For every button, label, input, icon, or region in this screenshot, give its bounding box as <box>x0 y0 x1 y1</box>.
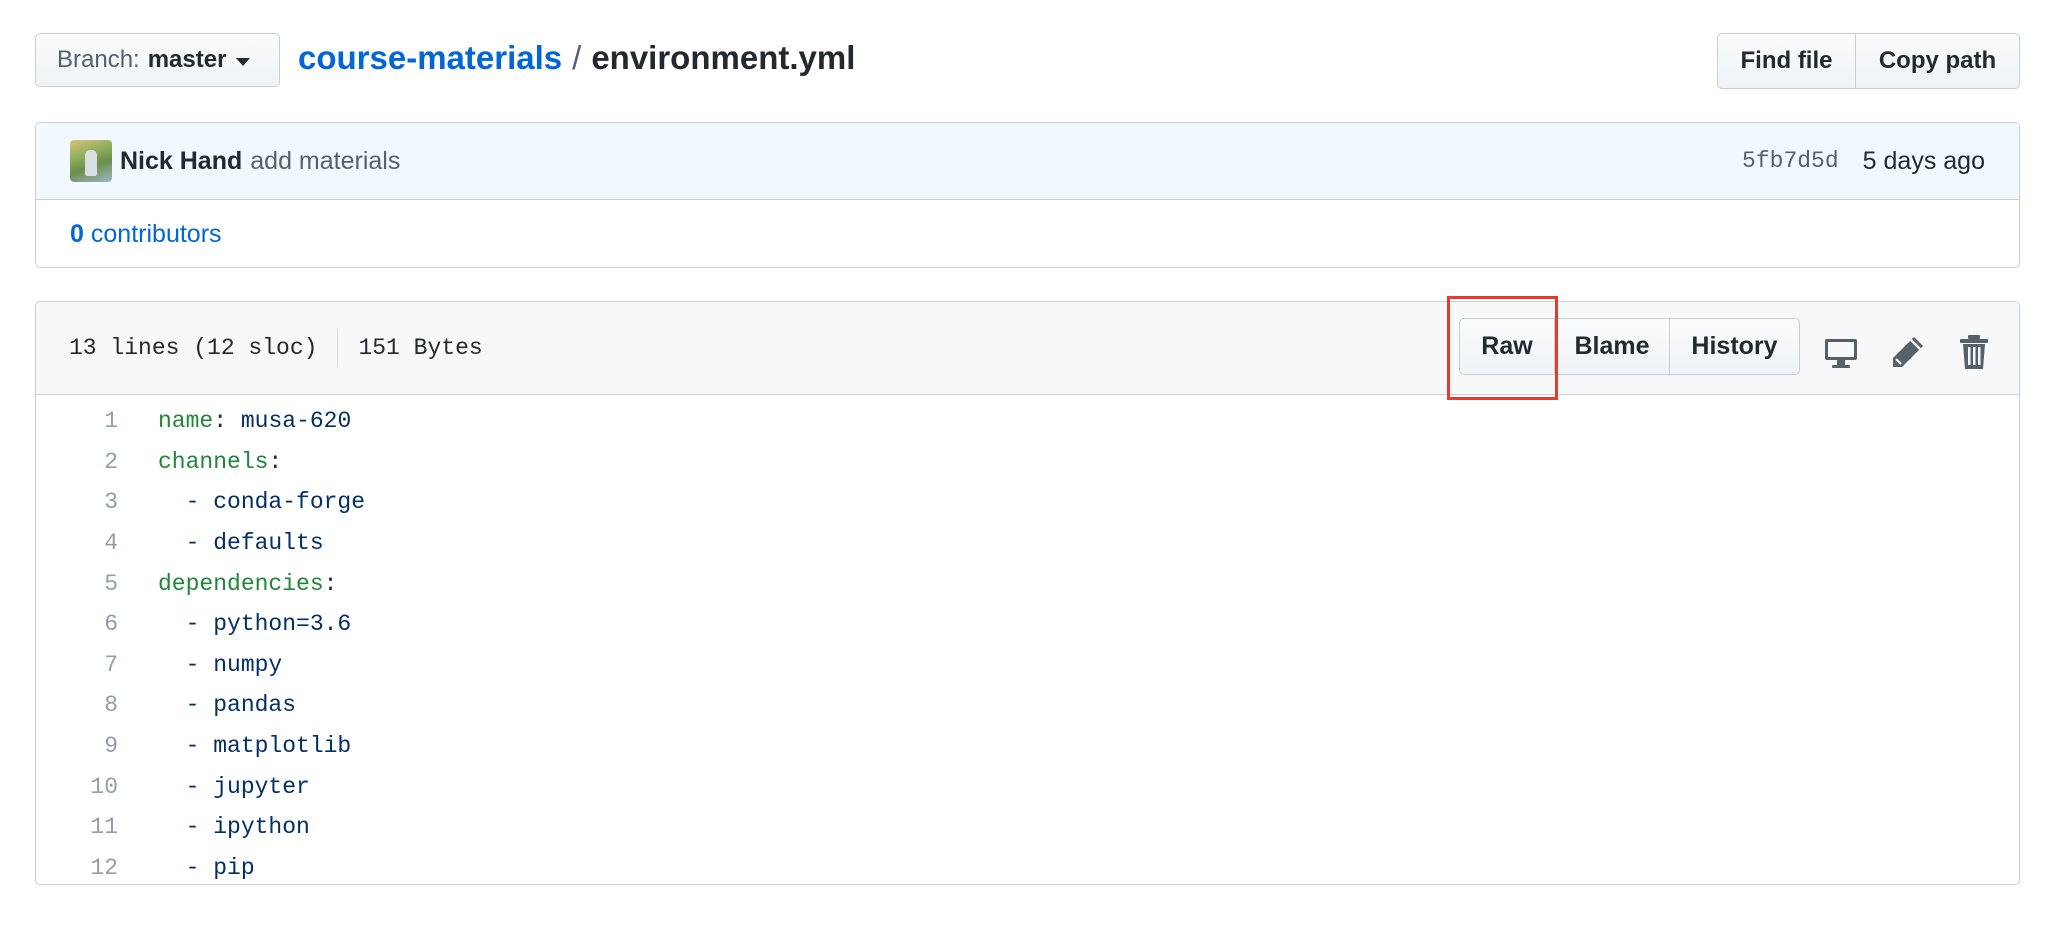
line-number[interactable]: 3 <box>36 489 158 515</box>
breadcrumb: course-materials / environment.yml <box>298 39 855 77</box>
code-line: 10 - jupyter <box>36 766 2019 807</box>
yaml-key: dependencies <box>158 570 324 597</box>
line-content: channels: <box>158 449 282 475</box>
line-number[interactable]: 5 <box>36 571 158 597</box>
line-content: dependencies: <box>158 571 337 597</box>
line-content: - jupyter <box>158 774 310 800</box>
line-number[interactable]: 4 <box>36 530 158 556</box>
yaml-colon: : <box>268 448 283 475</box>
line-number[interactable]: 10 <box>36 774 158 800</box>
code-blob: 1 name: musa-620 2 channels: 3 - conda-forge… <box>36 395 2019 884</box>
file-info-divider <box>337 329 339 367</box>
commit-sha-link[interactable]: 5fb7d5d <box>1742 148 1839 174</box>
line-content: - ipython <box>158 814 310 840</box>
file-size: 151 Bytes <box>358 335 483 361</box>
desktop-icon[interactable] <box>1821 332 1861 372</box>
code-line: 7 - numpy <box>36 645 2019 686</box>
yaml-value: - pandas <box>158 692 297 719</box>
line-number[interactable]: 12 <box>36 855 158 881</box>
raw-button[interactable]: Raw <box>1459 318 1555 375</box>
line-content: - matplotlib <box>158 733 352 760</box>
yaml-value: - ipython <box>158 814 310 841</box>
contributors-label: contributors <box>90 219 222 248</box>
yaml-key: channels <box>158 448 269 475</box>
yaml-colon: : <box>323 570 338 597</box>
yaml-colon: : <box>213 408 228 435</box>
line-number[interactable]: 7 <box>36 652 158 678</box>
line-content: - python=3.6 <box>158 611 352 638</box>
code-line: 2 channels: <box>36 442 2019 483</box>
code-line: 9 - matplotlib <box>36 726 2019 767</box>
yaml-value: - python=3.6 <box>158 611 352 638</box>
branch-select-button[interactable]: Branch: master <box>35 33 280 87</box>
contributors-count: 0 <box>70 219 84 248</box>
branch-label: Branch: <box>57 46 140 73</box>
yaml-value: - pip <box>158 854 255 881</box>
yaml-value: - defaults <box>158 530 324 557</box>
code-line: 11 - ipython <box>36 807 2019 848</box>
line-content: name: musa-620 <box>158 408 351 434</box>
line-number[interactable]: 2 <box>36 449 158 475</box>
history-button[interactable]: History <box>1670 318 1800 375</box>
breadcrumb-file-name: environment.yml <box>591 39 856 76</box>
file-lines-info: 13 lines (12 sloc) <box>69 335 318 361</box>
find-file-button[interactable]: Find file <box>1717 33 1856 89</box>
code-line: 4 - defaults <box>36 523 2019 564</box>
yaml-value: - matplotlib <box>158 733 352 760</box>
file-nav-button-group: Find file Copy path <box>1717 33 2020 89</box>
line-content: - pip <box>158 855 255 881</box>
line-content: - numpy <box>158 651 283 678</box>
commit-meta: 5fb7d5d 5 days ago <box>1742 123 1985 199</box>
yaml-value: musa-620 <box>227 408 352 435</box>
file-viewer: 13 lines (12 sloc) 151 Bytes Raw Blame H… <box>35 301 2020 885</box>
code-line: 5 dependencies: <box>36 563 2019 604</box>
blame-button[interactable]: Blame <box>1555 318 1670 375</box>
line-number[interactable]: 1 <box>36 408 158 434</box>
avatar[interactable] <box>70 140 112 182</box>
file-navigation-bar: Branch: master course-materials / environm… <box>35 33 2020 89</box>
pencil-icon[interactable] <box>1888 332 1928 372</box>
line-content: - pandas <box>158 692 296 718</box>
line-content: - conda-forge <box>158 489 365 515</box>
yaml-key: name <box>158 408 214 435</box>
code-line: 1 name: musa-620 <box>36 401 2019 442</box>
commit-author-link[interactable]: Nick Hand <box>120 147 242 176</box>
line-number[interactable]: 11 <box>36 814 158 840</box>
commit-time: 5 days ago <box>1862 146 1985 175</box>
trash-icon[interactable] <box>1954 332 1994 372</box>
latest-commit: Nick Hand add materials 5fb7d5d 5 days a… <box>36 123 2019 200</box>
chevron-down-icon <box>236 57 251 66</box>
line-number[interactable]: 9 <box>36 733 158 759</box>
yaml-value: - conda-forge <box>158 489 366 516</box>
breadcrumb-separator: / <box>572 39 582 76</box>
commit-message-link[interactable]: add materials <box>250 147 400 176</box>
contributors-link[interactable]: 0 contributors <box>36 200 2019 267</box>
code-line: 12 - pip <box>36 848 2019 884</box>
line-number[interactable]: 8 <box>36 692 158 718</box>
line-content: - defaults <box>158 530 324 556</box>
yaml-value: - jupyter <box>158 773 310 800</box>
breadcrumb-repo-link[interactable]: course-materials <box>298 39 562 76</box>
code-line: 3 - conda-forge <box>36 482 2019 523</box>
line-number[interactable]: 6 <box>36 611 158 637</box>
code-line: 8 - pandas <box>36 685 2019 726</box>
branch-name: master <box>147 46 227 73</box>
file-header: 13 lines (12 sloc) 151 Bytes Raw Blame H… <box>36 302 2019 395</box>
file-action-buttons: Raw Blame History <box>1459 318 1800 375</box>
yaml-value: - numpy <box>158 651 283 678</box>
commit-tease: Nick Hand add materials 5fb7d5d 5 days a… <box>35 122 2020 268</box>
copy-path-button[interactable]: Copy path <box>1856 33 2020 89</box>
code-line: 6 - python=3.6 <box>36 604 2019 645</box>
